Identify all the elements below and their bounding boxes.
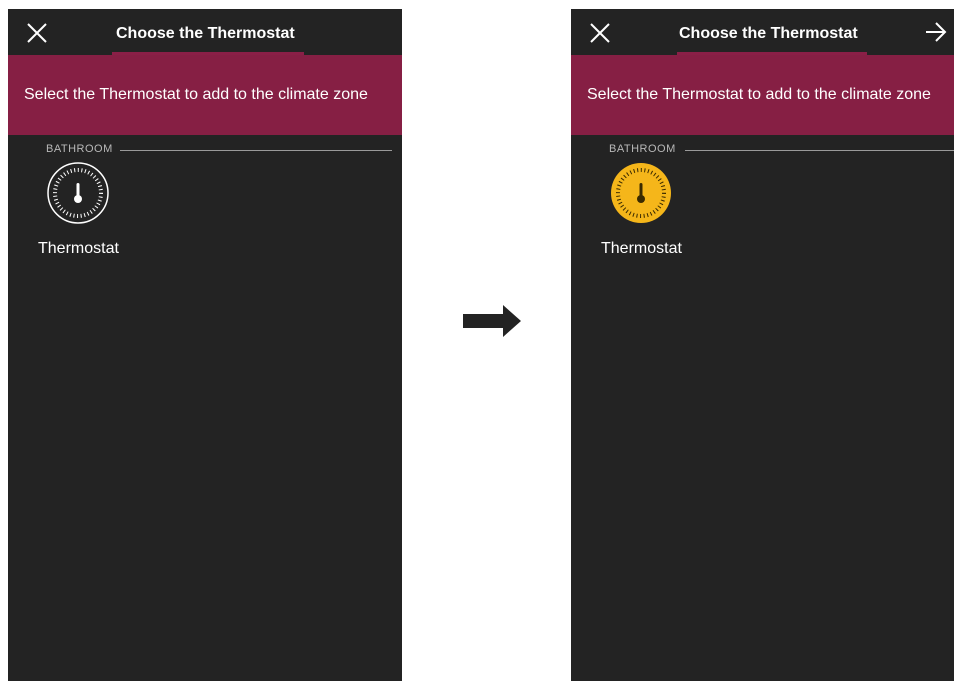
close-icon (590, 23, 610, 43)
top-bar: Choose the Thermostat (571, 9, 954, 55)
section-label: BATHROOM (46, 143, 119, 155)
section-divider (685, 150, 954, 151)
arrow-right-icon (926, 22, 947, 42)
screen-before: Choose the Thermostat Select the Thermos… (8, 9, 402, 681)
device-label: Thermostat (38, 240, 119, 257)
section-header: BATHROOM (8, 143, 402, 157)
instruction-text: Select the Thermostat to add to the clim… (24, 86, 368, 103)
thermostat-icon (47, 162, 109, 224)
top-bar: Choose the Thermostat (8, 9, 402, 55)
close-button[interactable] (26, 22, 48, 44)
thermostat-icon (611, 163, 671, 223)
device-label: Thermostat (601, 240, 682, 257)
page-title: Choose the Thermostat (116, 25, 295, 42)
page-title: Choose the Thermostat (679, 25, 858, 42)
instruction-text: Select the Thermostat to add to the clim… (587, 86, 931, 103)
screen-after: Choose the Thermostat Select the Thermos… (571, 9, 954, 681)
next-button[interactable] (924, 21, 948, 43)
instruction-banner: Select the Thermostat to add to the clim… (571, 55, 954, 135)
section-divider (120, 150, 392, 151)
section-label: BATHROOM (609, 143, 682, 155)
section-header: BATHROOM (571, 143, 954, 157)
close-icon (27, 23, 47, 43)
close-button[interactable] (589, 22, 611, 44)
arrow-right-icon (463, 305, 521, 337)
instruction-banner: Select the Thermostat to add to the clim… (8, 55, 402, 135)
